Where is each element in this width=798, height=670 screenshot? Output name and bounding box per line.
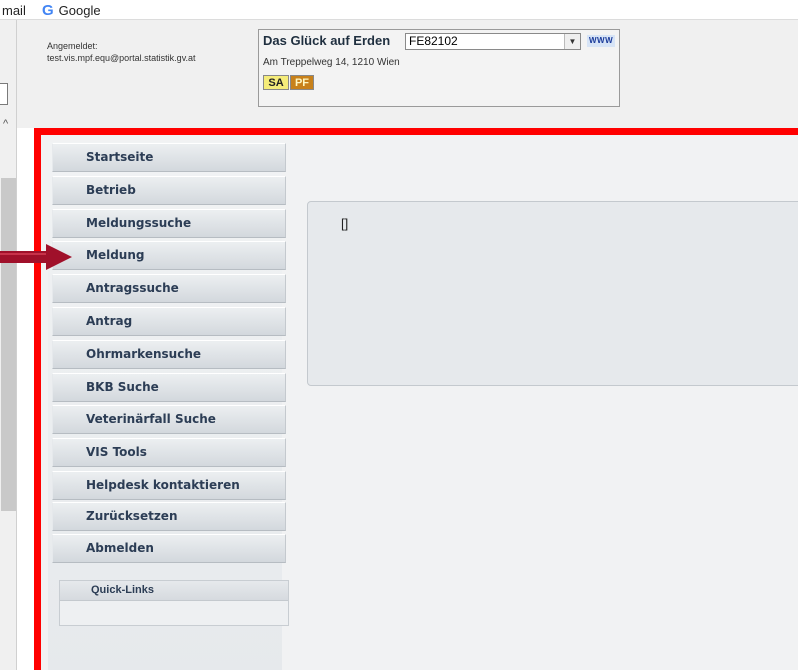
bookmark-mail[interactable]: mail bbox=[2, 3, 26, 18]
app-window: mail G Google ^ Angemeldet: test.vis.mpf… bbox=[0, 0, 798, 670]
google-icon: G bbox=[42, 2, 54, 19]
business-address: Am Treppelweg 14, 1210 Wien bbox=[263, 57, 400, 68]
business-box: Das Glück auf Erden FE82102 ▼ WWW Am Tre… bbox=[258, 29, 620, 107]
scrollbar-thumb[interactable] bbox=[1, 178, 16, 511]
nav-antragssuche[interactable]: Antragssuche bbox=[52, 274, 286, 303]
bookmark-google[interactable]: G Google bbox=[42, 3, 101, 18]
login-label: Angemeldet: bbox=[47, 41, 98, 51]
quicklinks-header[interactable]: Quick-Links bbox=[60, 581, 288, 601]
nav-meldungssuche[interactable]: Meldungssuche bbox=[52, 209, 286, 238]
nav-startseite[interactable]: Startseite bbox=[52, 143, 286, 172]
nav-betrieb[interactable]: Betrieb bbox=[52, 176, 286, 205]
pointer-arrow-icon bbox=[0, 244, 72, 270]
badge-sa[interactable]: SA bbox=[263, 75, 289, 90]
login-info: Angemeldet: test.vis.mpf.equ@portal.stat… bbox=[47, 40, 196, 64]
nav-vis-tools[interactable]: VIS Tools bbox=[52, 438, 286, 467]
bookmark-google-label: Google bbox=[58, 3, 101, 18]
main-frame: Startseite Betrieb Meldungssuche Meldung… bbox=[34, 128, 798, 670]
login-user: test.vis.mpf.equ@portal.statistik.gv.at bbox=[47, 53, 196, 63]
nav-ohrmarkensuche[interactable]: Ohrmarkensuche bbox=[52, 340, 286, 369]
left-scroll-strip: ^ bbox=[0, 20, 17, 670]
chevron-up-icon[interactable]: ^ bbox=[3, 119, 8, 130]
business-id-select[interactable]: FE82102 ▼ bbox=[405, 33, 581, 50]
nav-helpdesk[interactable]: Helpdesk kontaktieren bbox=[52, 471, 286, 500]
quicklinks-panel: Quick-Links bbox=[59, 580, 289, 626]
nav-zuruecksetzen[interactable]: Zurücksetzen bbox=[52, 502, 286, 531]
content-placeholder: [] bbox=[341, 216, 349, 231]
nav-abmelden[interactable]: Abmelden bbox=[52, 534, 286, 563]
nav-meldung[interactable]: Meldung bbox=[52, 241, 286, 270]
sidebar: Startseite Betrieb Meldungssuche Meldung… bbox=[48, 142, 289, 670]
header: Angemeldet: test.vis.mpf.equ@portal.stat… bbox=[17, 20, 798, 128]
bookmarks-bar: mail G Google bbox=[0, 0, 798, 20]
nav-veterinaerfall-suche[interactable]: Veterinärfall Suche bbox=[52, 405, 286, 434]
business-id-value: FE82102 bbox=[409, 34, 458, 48]
nav-bkb-suche[interactable]: BKB Suche bbox=[52, 373, 286, 402]
business-name: Das Glück auf Erden bbox=[263, 33, 391, 48]
nav-antrag[interactable]: Antrag bbox=[52, 307, 286, 336]
chevron-down-icon[interactable]: ▼ bbox=[564, 34, 580, 49]
badge-pf[interactable]: PF bbox=[290, 75, 314, 90]
content-panel: [] bbox=[307, 201, 798, 386]
input-stub[interactable] bbox=[0, 83, 8, 105]
www-link[interactable]: WWW bbox=[587, 35, 616, 47]
